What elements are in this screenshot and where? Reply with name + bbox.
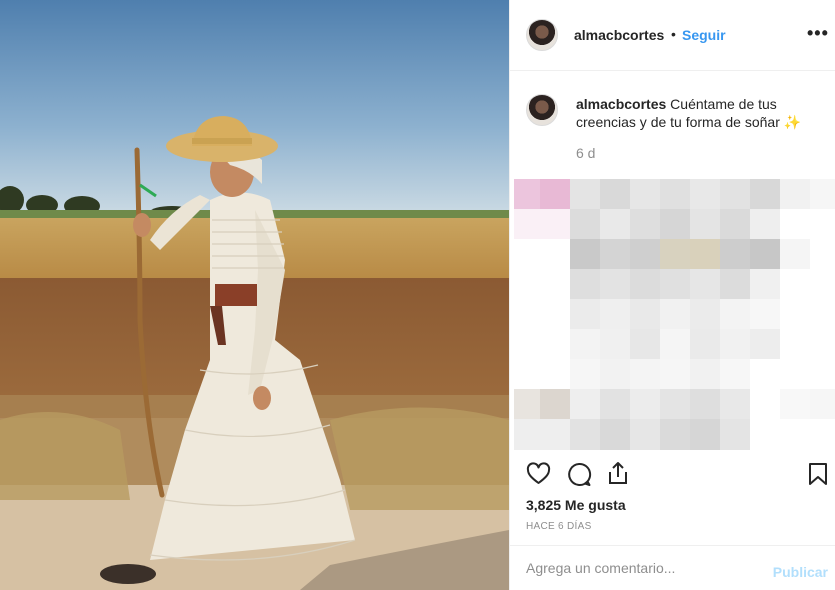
likes-count[interactable]: 3,825 Me gusta [526, 497, 626, 513]
bookmark-icon[interactable] [808, 462, 828, 491]
header-username[interactable]: almacbcortes [574, 27, 664, 43]
publish-button[interactable]: Publicar [773, 564, 828, 580]
pixelated-comments [514, 179, 835, 450]
heart-icon[interactable] [526, 462, 551, 491]
comment-icon[interactable] [566, 462, 592, 492]
post-timestamp[interactable]: HACE 6 DÍAS [526, 521, 592, 532]
share-icon[interactable] [606, 460, 630, 491]
caption: almacbcortes Cuéntame de tus creencias y… [576, 95, 816, 131]
sparkle-emoji: ✨ [783, 114, 802, 130]
caption-age: 6 d [576, 145, 596, 161]
action-bar [510, 456, 835, 496]
instagram-post: almacbcortes • Seguir ••• almacbcortes C… [0, 0, 835, 590]
caption-avatar[interactable] [526, 94, 558, 126]
post-photo[interactable] [0, 0, 509, 590]
post-side-panel: almacbcortes • Seguir ••• almacbcortes C… [509, 0, 835, 590]
separator-dot: • [671, 26, 676, 42]
photo-illustration [0, 0, 509, 590]
more-icon[interactable]: ••• [807, 23, 829, 44]
comment-input[interactable] [526, 558, 756, 578]
follow-button[interactable]: Seguir [682, 27, 726, 43]
avatar[interactable] [526, 19, 558, 51]
post-header: almacbcortes • Seguir ••• [510, 0, 835, 71]
caption-username[interactable]: almacbcortes [576, 96, 666, 112]
add-comment-bar: Publicar [510, 545, 835, 590]
